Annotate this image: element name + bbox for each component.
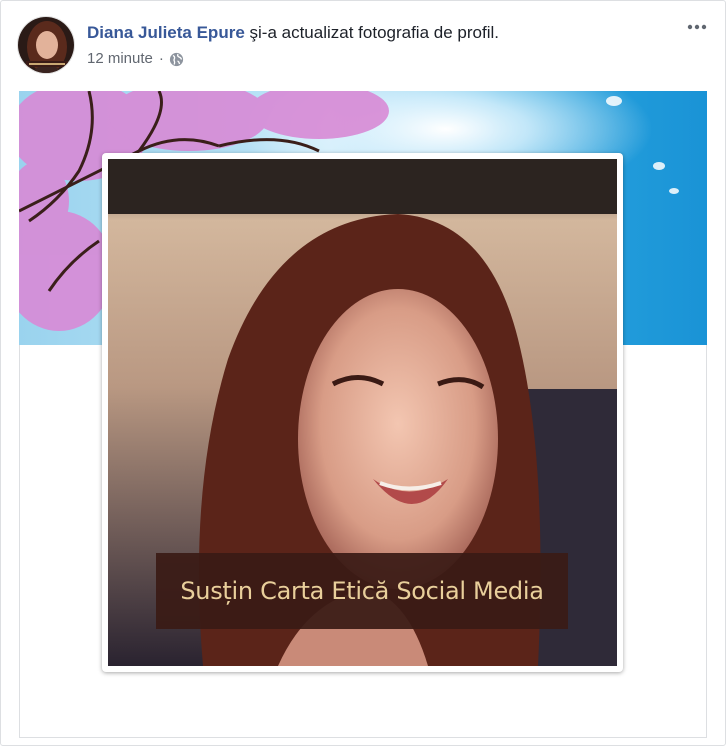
post-action-text: şi-a actualizat fotografia de profil. (244, 23, 499, 42)
post-meta: 12 minute · (87, 49, 184, 69)
post-headline: Diana Julieta Epure şi-a actualizat foto… (87, 22, 499, 44)
post-card: Diana Julieta Epure şi-a actualizat foto… (0, 0, 726, 746)
globe-icon[interactable] (169, 52, 184, 67)
post-timestamp[interactable]: 12 minute (87, 49, 153, 69)
profile-photo-card[interactable]: Susțin Carta Etică Social Media (102, 153, 623, 672)
author-name-link[interactable]: Diana Julieta Epure (87, 23, 245, 42)
more-options-icon[interactable] (685, 19, 709, 35)
author-avatar[interactable] (17, 16, 75, 74)
frame-caption-text: Susțin Carta Etică Social Media (180, 577, 544, 605)
profile-photo: Susțin Carta Etică Social Media (108, 159, 617, 666)
meta-separator: · (158, 50, 164, 67)
